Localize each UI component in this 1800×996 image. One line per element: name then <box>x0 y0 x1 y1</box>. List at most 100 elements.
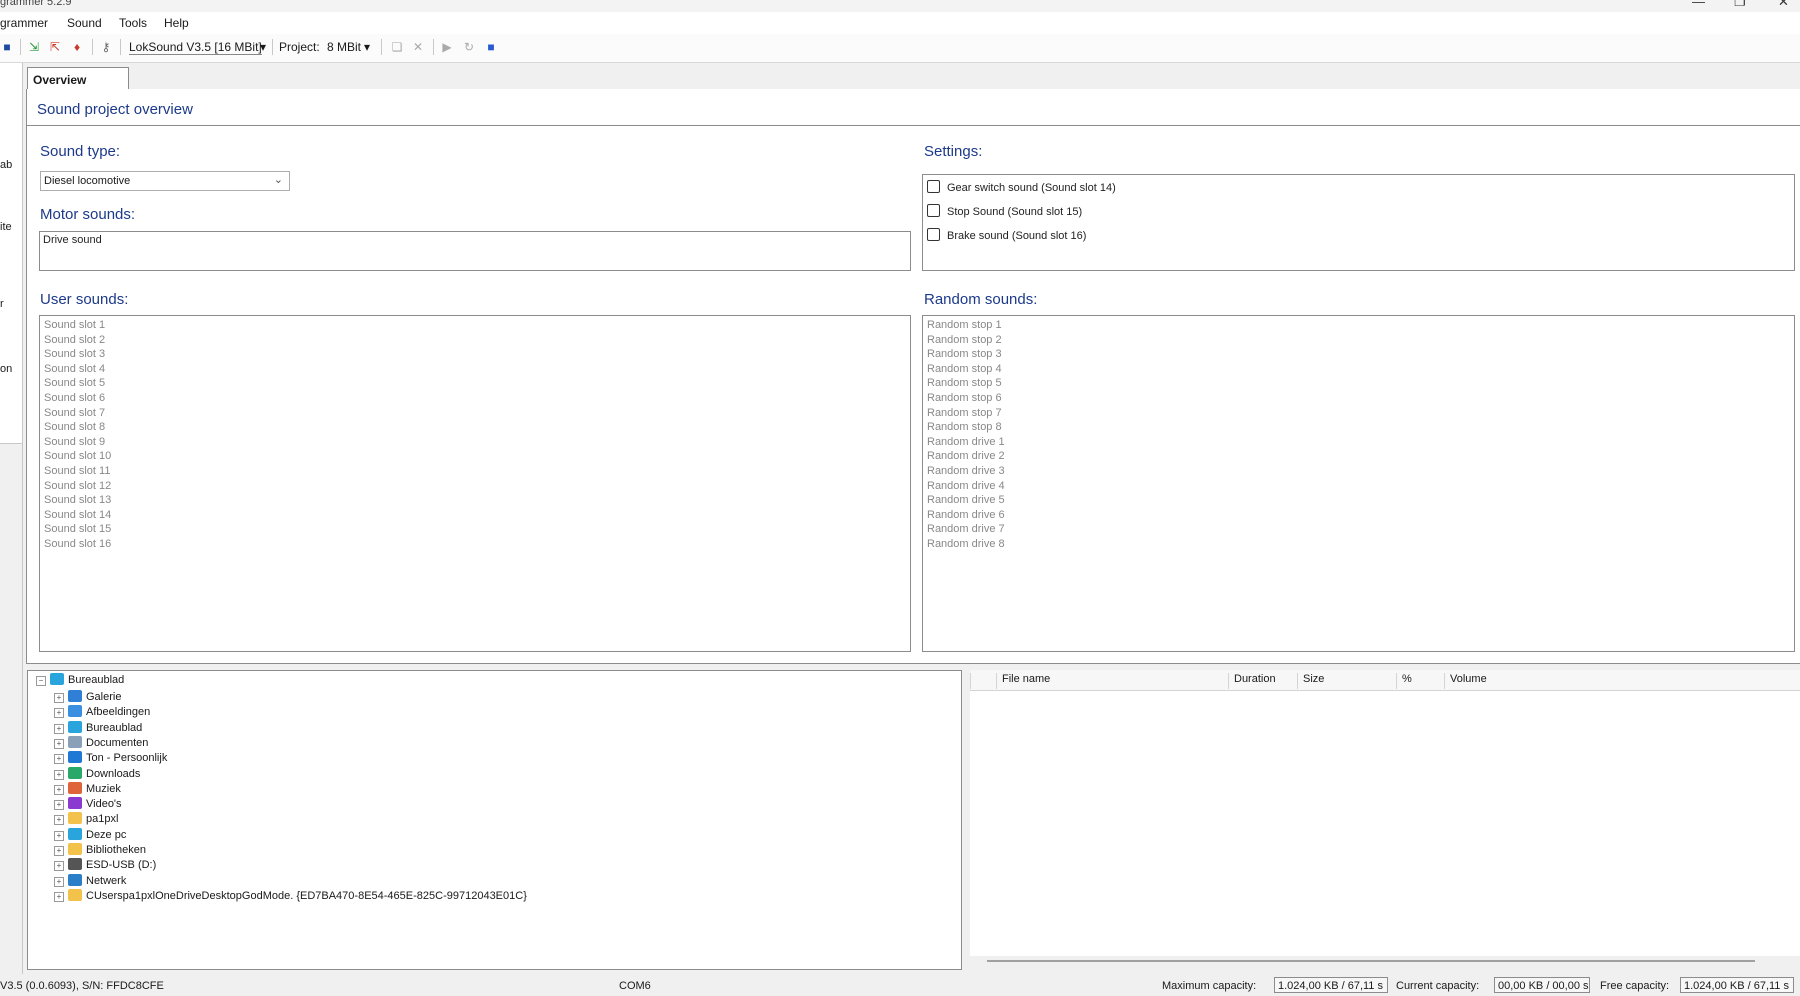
list-item[interactable]: Random stop 8 <box>927 420 1794 435</box>
play-icon[interactable]: ▶ <box>440 40 454 54</box>
file-list[interactable]: File name Duration Size % Volume <box>970 670 1800 956</box>
import-icon[interactable]: ⇲ <box>27 40 41 54</box>
project-size-dropdown[interactable]: 8 MBit <box>327 40 361 54</box>
list-item[interactable]: Sound slot 3 <box>44 347 910 362</box>
restore-icon[interactable]: ❐ <box>1734 0 1746 10</box>
menu-programmer[interactable]: grammer <box>0 16 48 30</box>
list-item[interactable]: Random drive 3 <box>927 464 1794 479</box>
tree-item[interactable]: + Afbeeldingen <box>54 704 150 720</box>
list-item[interactable]: Sound slot 7 <box>44 406 910 421</box>
tool-icon[interactable]: ⚷ <box>99 40 113 54</box>
checkbox-icon[interactable] <box>927 180 940 193</box>
expand-icon[interactable]: + <box>54 708 64 719</box>
tree-item[interactable]: + Galerie <box>54 689 121 705</box>
list-item[interactable]: Random drive 6 <box>927 508 1794 523</box>
column-header-percent[interactable]: % <box>1396 673 1444 689</box>
checkbox-icon[interactable] <box>927 228 940 241</box>
nav-item[interactable]: ab <box>0 159 12 171</box>
list-item[interactable]: Random stop 7 <box>927 406 1794 421</box>
tree-item[interactable]: + Bureaublad <box>54 720 142 736</box>
folder-tree[interactable]: − Bureaublad + Galerie + Afbeeldingen + Bureau… <box>27 670 962 970</box>
list-item[interactable]: Random stop 1 <box>927 318 1794 333</box>
column-header-duration[interactable]: Duration <box>1228 673 1296 689</box>
list-item[interactable]: Sound slot 1 <box>44 318 910 333</box>
copy-icon[interactable]: ❏ <box>390 40 404 54</box>
decoder-dropdown[interactable]: LokSound V3.5 [16 MBit] <box>129 40 262 55</box>
tree-item[interactable]: + pa1pxl <box>54 811 118 827</box>
list-item[interactable]: Sound slot 15 <box>44 522 910 537</box>
column-header-volume[interactable]: Volume <box>1444 673 1800 689</box>
menu-tools[interactable]: Tools <box>119 16 147 30</box>
list-item[interactable]: Random stop 6 <box>927 391 1794 406</box>
brake-sound-checkbox[interactable]: Brake sound (Sound slot 16) <box>927 228 1086 242</box>
list-item[interactable]: Random drive 1 <box>927 435 1794 450</box>
list-item[interactable]: Sound slot 6 <box>44 391 910 406</box>
list-item[interactable]: Random drive 5 <box>927 493 1794 508</box>
nav-item[interactable]: on <box>0 363 12 375</box>
decoder-dropdown-chevron-icon[interactable]: ▾ <box>260 40 266 54</box>
list-item[interactable]: Drive sound <box>43 234 910 246</box>
expand-icon[interactable]: + <box>54 738 64 749</box>
list-item[interactable]: Sound slot 14 <box>44 508 910 523</box>
horizontal-scrollbar[interactable] <box>987 960 1755 962</box>
list-item[interactable]: Sound slot 9 <box>44 435 910 450</box>
tree-item[interactable]: + Deze pc <box>54 827 126 843</box>
column-header-file-name[interactable]: File name <box>996 673 1252 689</box>
user-sounds-list[interactable]: Sound slot 1 Sound slot 2 Sound slot 3 Soun… <box>39 315 911 652</box>
minimize-icon[interactable]: — <box>1692 0 1705 9</box>
list-item[interactable]: Random stop 3 <box>927 347 1794 362</box>
list-item[interactable]: Sound slot 13 <box>44 493 910 508</box>
expand-icon[interactable]: + <box>54 800 64 811</box>
tree-item[interactable]: + Video's <box>54 796 122 812</box>
expand-icon[interactable]: + <box>54 830 64 841</box>
collapse-icon[interactable]: − <box>36 676 46 686</box>
random-sounds-list[interactable]: Random stop 1 Random stop 2 Random stop 3R… <box>922 315 1795 652</box>
tree-item[interactable]: + Muziek <box>54 781 121 797</box>
project-dropdown-chevron-icon[interactable]: ▾ <box>364 40 370 54</box>
tree-item[interactable]: + Downloads <box>54 766 140 782</box>
list-item[interactable]: Random drive 7 <box>927 522 1794 537</box>
list-item[interactable]: Random stop 5 <box>927 376 1794 391</box>
menu-help[interactable]: Help <box>164 16 189 30</box>
write-icon[interactable]: ♦ <box>70 40 84 54</box>
expand-icon[interactable]: + <box>54 861 64 872</box>
list-item[interactable]: Sound slot 16 <box>44 537 910 552</box>
expand-icon[interactable]: + <box>54 784 64 795</box>
list-item[interactable]: Sound slot 5 <box>44 376 910 391</box>
tree-item[interactable]: + ESD-USB (D:) <box>54 857 156 873</box>
expand-icon[interactable]: + <box>54 876 64 887</box>
save-icon[interactable]: ■ <box>0 40 14 54</box>
tree-root[interactable]: − Bureaublad <box>36 672 124 688</box>
column-header-selector[interactable] <box>970 673 996 689</box>
list-item[interactable]: Random stop 2 <box>927 333 1794 348</box>
list-item[interactable]: Sound slot 11 <box>44 464 910 479</box>
nav-item[interactable]: ite <box>0 221 12 233</box>
stop-icon[interactable]: ■ <box>484 40 498 54</box>
list-item[interactable]: Random drive 8 <box>927 537 1794 552</box>
tab-overview[interactable]: Overview <box>27 67 129 89</box>
tree-item[interactable]: + Documenten <box>54 735 148 751</box>
column-header-size[interactable]: Size <box>1297 673 1398 689</box>
gear-switch-checkbox[interactable]: Gear switch sound (Sound slot 14) <box>927 180 1116 194</box>
motor-sounds-list[interactable]: Drive sound <box>39 231 911 271</box>
expand-icon[interactable]: + <box>54 815 64 826</box>
close-icon[interactable]: ✕ <box>1778 0 1789 10</box>
list-item[interactable]: Sound slot 4 <box>44 362 910 377</box>
delete-icon[interactable]: ✕ <box>411 40 425 54</box>
list-item[interactable]: Random drive 4 <box>927 479 1794 494</box>
refresh-icon[interactable]: ↻ <box>462 40 476 54</box>
expand-icon[interactable]: + <box>54 846 64 856</box>
tree-item[interactable]: + Ton - Persoonlijk <box>54 750 167 766</box>
tree-item[interactable]: + Netwerk <box>54 873 126 889</box>
list-item[interactable]: Sound slot 2 <box>44 333 910 348</box>
list-item[interactable]: Sound slot 10 <box>44 449 910 464</box>
list-item[interactable]: Random stop 4 <box>927 362 1794 377</box>
expand-icon[interactable]: + <box>54 891 64 902</box>
list-item[interactable]: Sound slot 12 <box>44 479 910 494</box>
stop-sound-checkbox[interactable]: Stop Sound (Sound slot 15) <box>927 204 1082 218</box>
checkbox-icon[interactable] <box>927 204 940 217</box>
list-item[interactable]: Sound slot 8 <box>44 420 910 435</box>
tree-item[interactable]: + Bibliotheken <box>54 842 146 858</box>
expand-icon[interactable]: + <box>54 693 64 703</box>
tree-item[interactable]: + CUserspa1pxlOneDriveDesktopGodMode. {ED… <box>54 888 527 904</box>
